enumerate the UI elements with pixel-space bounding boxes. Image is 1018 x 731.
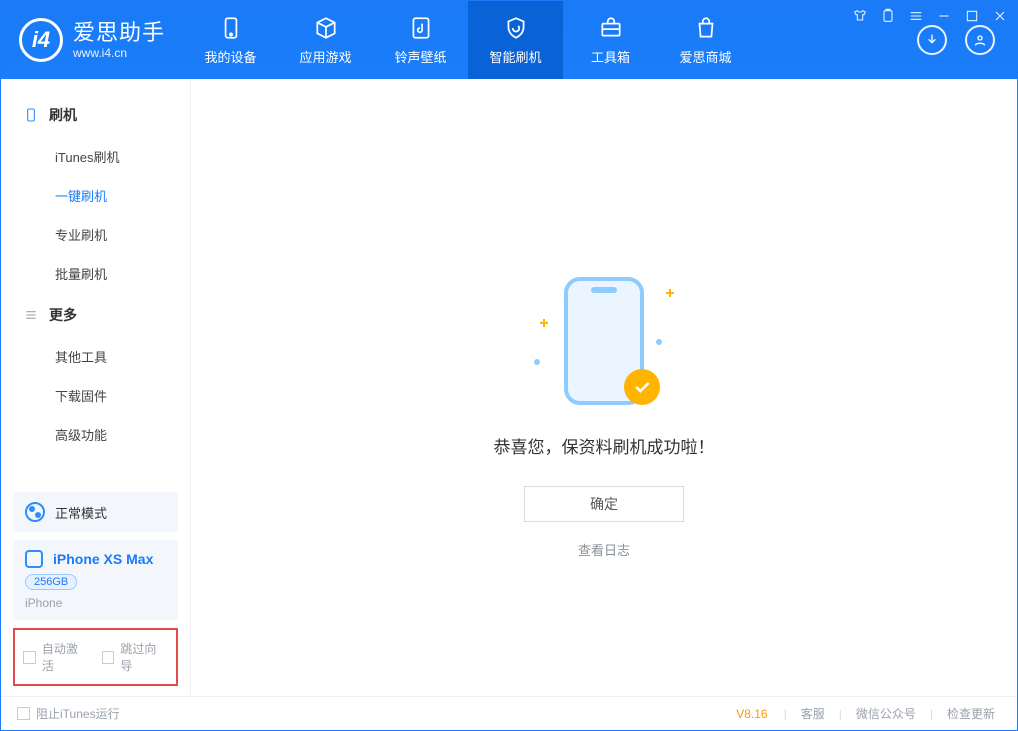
close-button[interactable] xyxy=(991,7,1009,25)
brand-url: www.i4.cn xyxy=(73,46,165,60)
tshirt-icon[interactable] xyxy=(851,7,869,25)
checkbox-icon xyxy=(23,651,36,664)
sidebar-item-download-firmware[interactable]: 下载固件 xyxy=(1,376,190,415)
separator: | xyxy=(784,707,787,721)
success-illustration xyxy=(534,269,674,409)
tab-label: 应用游戏 xyxy=(300,47,352,66)
sidebar-item-oneclick-flash[interactable]: 一键刷机 xyxy=(1,176,190,215)
footer: 阻止iTunes运行 V8.16 | 客服 | 微信公众号 | 检查更新 xyxy=(1,696,1017,730)
checkbox-skip-guide[interactable]: 跳过向导 xyxy=(102,640,169,674)
mode-label: 正常模式 xyxy=(55,503,107,522)
tab-my-device[interactable]: 我的设备 xyxy=(183,1,278,79)
device-name: iPhone XS Max xyxy=(53,551,153,567)
body: 刷机 iTunes刷机 一键刷机 专业刷机 批量刷机 更多 其他工具 下载固件 … xyxy=(1,79,1017,696)
mode-card[interactable]: 正常模式 xyxy=(13,492,178,532)
checkbox-icon xyxy=(102,651,115,664)
sidebar-item-advanced[interactable]: 高级功能 xyxy=(1,415,190,454)
maximize-button[interactable] xyxy=(963,7,981,25)
checkbox-label: 阻止iTunes运行 xyxy=(36,705,120,722)
brand-logo-icon: i4 xyxy=(19,18,63,62)
phone-outline-icon xyxy=(23,107,39,123)
main-tabs: 我的设备 应用游戏 铃声壁纸 智能刷机 工具箱 爱思商城 xyxy=(183,1,895,79)
tab-label: 铃声壁纸 xyxy=(395,47,447,66)
device-capacity-badge: 256GB xyxy=(25,574,77,590)
sidebar-group-more: 更多 xyxy=(1,293,190,337)
sidebar-group-label: 更多 xyxy=(49,305,77,325)
ok-button[interactable]: 确定 xyxy=(524,486,684,522)
checkmark-badge-icon xyxy=(624,369,660,405)
checkbox-label: 跳过向导 xyxy=(120,640,168,674)
shield-refresh-icon xyxy=(503,15,529,41)
tab-label: 工具箱 xyxy=(591,47,630,66)
dot-icon xyxy=(534,359,540,365)
cube-icon xyxy=(313,15,339,41)
brand-name: 爱思助手 xyxy=(73,20,165,46)
tab-smart-flash[interactable]: 智能刷机 xyxy=(468,1,563,79)
list-icon xyxy=(23,307,39,323)
success-message: 恭喜您，保资料刷机成功啦！ xyxy=(494,433,715,458)
device-kind: iPhone xyxy=(25,596,166,610)
mode-icon xyxy=(25,502,45,522)
menu-icon[interactable] xyxy=(907,7,925,25)
checkbox-block-itunes[interactable]: 阻止iTunes运行 xyxy=(17,705,120,722)
music-note-icon xyxy=(408,15,434,41)
view-log-link[interactable]: 查看日志 xyxy=(578,540,630,559)
sidebar-group-label: 刷机 xyxy=(49,105,77,125)
separator: | xyxy=(930,707,933,721)
checkbox-icon xyxy=(17,707,30,720)
sidebar-item-other-tools[interactable]: 其他工具 xyxy=(1,337,190,376)
options-highlight-box: 自动激活 跳过向导 xyxy=(13,628,178,686)
version-label: V8.16 xyxy=(736,707,767,721)
separator: | xyxy=(839,707,842,721)
device-card[interactable]: iPhone XS Max 256GB iPhone xyxy=(13,540,178,620)
tab-label: 我的设备 xyxy=(205,47,257,66)
device-icon xyxy=(25,550,43,568)
sparkle-icon xyxy=(540,319,548,327)
window-controls xyxy=(851,7,1009,25)
tab-ring-wallpaper[interactable]: 铃声壁纸 xyxy=(373,1,468,79)
footer-link-wechat[interactable]: 微信公众号 xyxy=(850,705,922,722)
app-window: i4 爱思助手 www.i4.cn 我的设备 应用游戏 铃声壁纸 智能刷机 xyxy=(0,0,1018,731)
minimize-button[interactable] xyxy=(935,7,953,25)
tab-label: 智能刷机 xyxy=(490,47,542,66)
sparkle-icon xyxy=(666,289,674,297)
tab-label: 爱思商城 xyxy=(680,47,732,66)
footer-link-support[interactable]: 客服 xyxy=(795,705,831,722)
main-panel: 恭喜您，保资料刷机成功啦！ 确定 查看日志 xyxy=(191,79,1017,696)
dot-icon xyxy=(656,339,662,345)
sidebar-item-pro-flash[interactable]: 专业刷机 xyxy=(1,215,190,254)
download-button[interactable] xyxy=(917,25,947,55)
checkbox-auto-activate[interactable]: 自动激活 xyxy=(23,640,90,674)
user-button[interactable] xyxy=(965,25,995,55)
bag-icon xyxy=(693,15,719,41)
tab-store[interactable]: 爱思商城 xyxy=(658,1,753,79)
footer-link-check-update[interactable]: 检查更新 xyxy=(941,705,1001,722)
sidebar-item-itunes-flash[interactable]: iTunes刷机 xyxy=(1,137,190,176)
tab-toolbox[interactable]: 工具箱 xyxy=(563,1,658,79)
sidebar: 刷机 iTunes刷机 一键刷机 专业刷机 批量刷机 更多 其他工具 下载固件 … xyxy=(1,79,191,696)
toolbox-icon xyxy=(598,15,624,41)
clipboard-icon[interactable] xyxy=(879,7,897,25)
phone-icon xyxy=(218,15,244,41)
checkbox-label: 自动激活 xyxy=(42,640,90,674)
sidebar-group-flash: 刷机 xyxy=(1,93,190,137)
brand: i4 爱思助手 www.i4.cn xyxy=(1,1,183,79)
sidebar-item-batch-flash[interactable]: 批量刷机 xyxy=(1,254,190,293)
tab-apps-games[interactable]: 应用游戏 xyxy=(278,1,373,79)
